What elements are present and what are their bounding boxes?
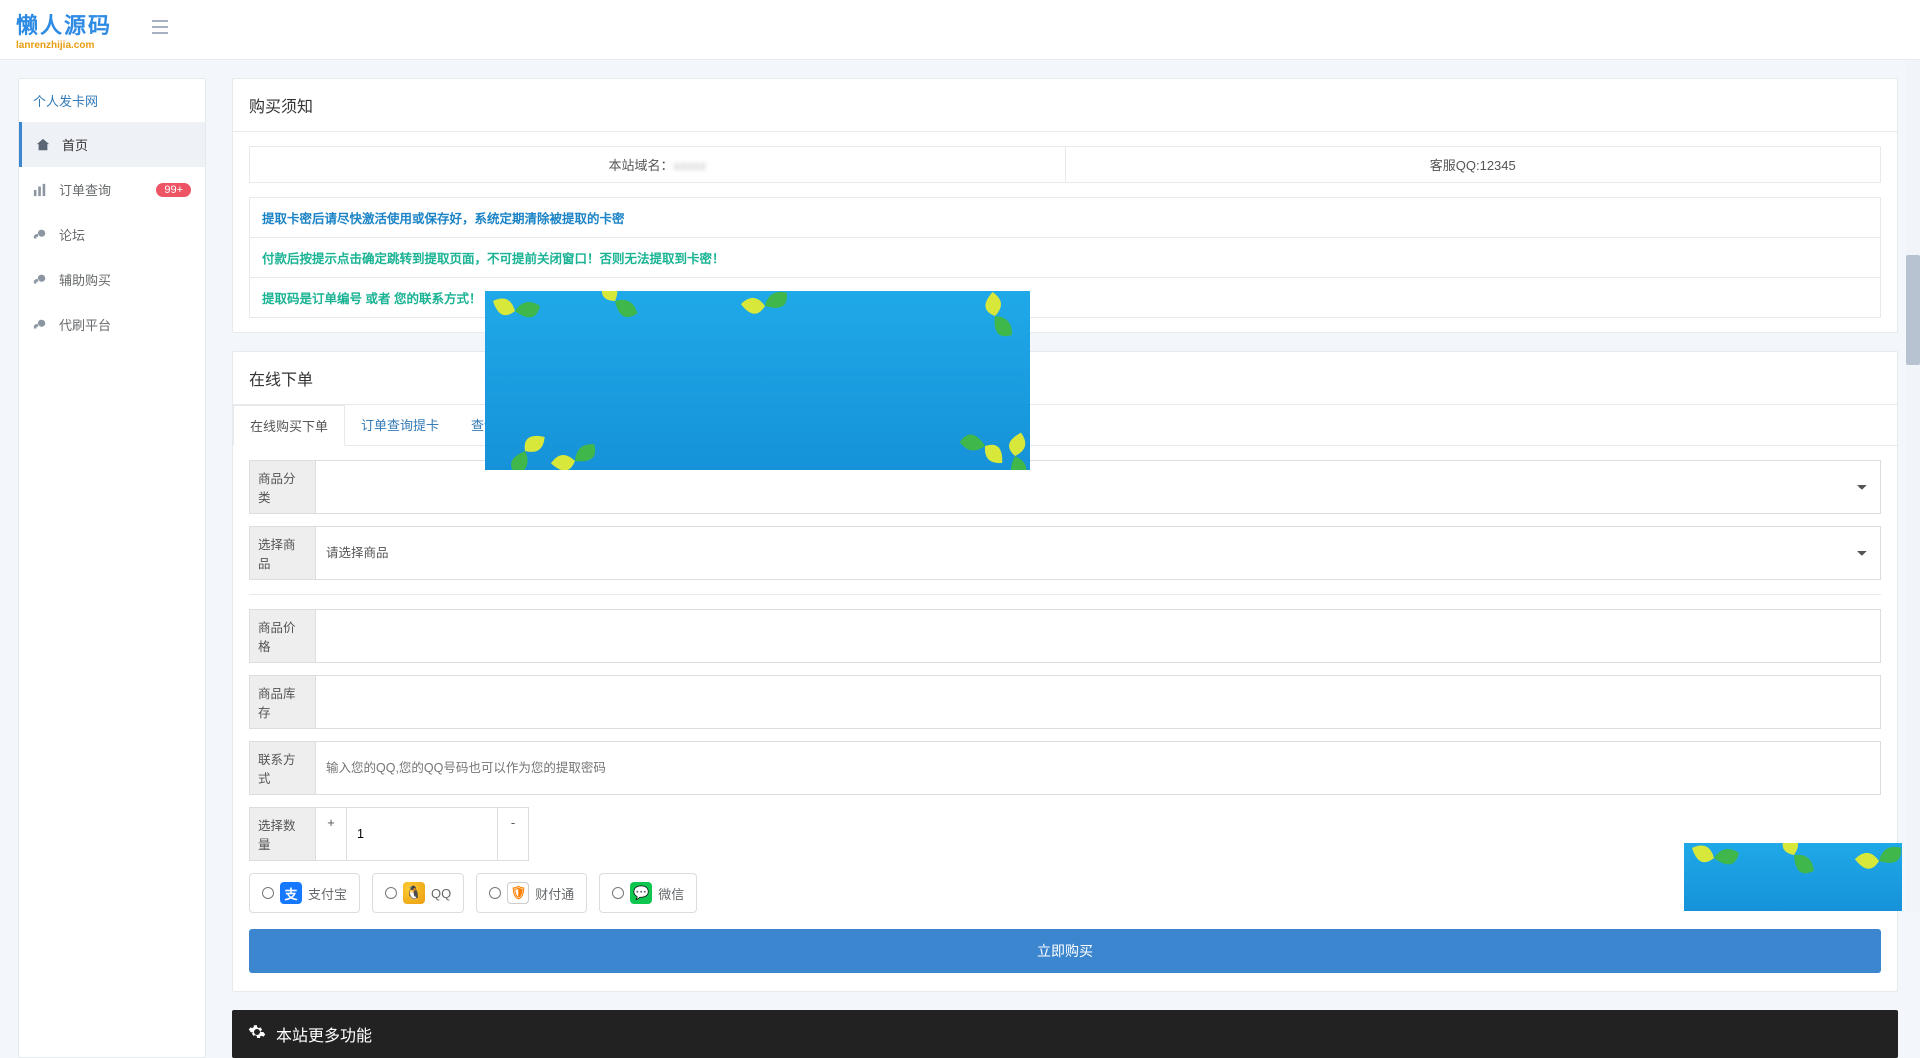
- radio-alipay[interactable]: [262, 887, 274, 899]
- qq-cell: 客服QQ:12345: [1065, 147, 1881, 182]
- notice-line: 提取卡密后请尽快激活使用或保存好，系统定期清除被提取的卡密: [250, 198, 1880, 238]
- sidebar-title: 个人发卡网: [19, 79, 205, 122]
- scrollbar-thumb[interactable]: [1906, 255, 1920, 365]
- hamburger-icon[interactable]: [142, 14, 178, 45]
- sidebar-item-brush[interactable]: 代刷平台: [19, 302, 205, 347]
- sidebar-item-assist[interactable]: 辅助购买: [19, 257, 205, 302]
- sidebar-item-orders[interactable]: 订单查询 99+: [19, 167, 205, 212]
- pay-alipay[interactable]: 支 支付宝: [249, 873, 360, 913]
- sidebar-item-home[interactable]: 首页: [19, 122, 205, 167]
- input-price: [315, 609, 1881, 663]
- pay-label: 支付宝: [308, 884, 347, 903]
- sidebar-item-forum[interactable]: 论坛: [19, 212, 205, 257]
- tenpay-icon: 🛡: [507, 882, 529, 904]
- home-icon: [36, 138, 54, 152]
- floating-banner-big: [485, 291, 1030, 470]
- form-product: 选择商品 请选择商品: [249, 526, 1881, 580]
- key-icon: [33, 273, 51, 287]
- chart-icon: [33, 183, 51, 197]
- logo[interactable]: 懒人源码 lanrenzhijia.com: [16, 8, 112, 51]
- scrollbar[interactable]: [1906, 60, 1920, 911]
- page-header: 懒人源码 lanrenzhijia.com: [0, 0, 1920, 60]
- pay-label: QQ: [431, 886, 451, 901]
- tabs: 在线购买下单 订单查询提卡 查询历史订: [233, 405, 1897, 446]
- domain-value: xxxxx: [674, 158, 707, 173]
- floating-banner-small: [1684, 843, 1902, 911]
- radio-wechat[interactable]: [612, 887, 624, 899]
- domain-cell: 本站域名：xxxxx: [250, 147, 1065, 182]
- order-panel: 在线下单 在线购买下单 订单查询提卡 查询历史订 商品分类 选择商品 请选择商品: [232, 351, 1898, 992]
- tab-buy[interactable]: 在线购买下单: [233, 405, 345, 446]
- tab-query[interactable]: 订单查询提卡: [345, 405, 455, 445]
- pay-wechat[interactable]: 💬 微信: [599, 873, 697, 913]
- label-price: 商品价格: [249, 609, 315, 663]
- wechat-icon: 💬: [630, 882, 652, 904]
- logo-text: 懒人源码: [16, 8, 112, 40]
- alipay-icon: 支: [280, 882, 302, 904]
- sidebar-item-label: 辅助购买: [59, 270, 111, 289]
- pay-label: 微信: [658, 884, 684, 903]
- qty-minus-button[interactable]: -: [497, 807, 529, 861]
- label-stock: 商品库存: [249, 675, 315, 729]
- badge-count: 99+: [156, 183, 191, 197]
- domain-label: 本站域名：: [608, 158, 673, 173]
- input-stock: [315, 675, 1881, 729]
- pay-qq[interactable]: 🐧 QQ: [372, 873, 464, 913]
- form-divider: [249, 594, 1881, 595]
- notice-panel-title: 购买须知: [233, 79, 1897, 132]
- radio-qq[interactable]: [385, 887, 397, 899]
- select-product[interactable]: 请选择商品: [315, 526, 1881, 580]
- input-contact[interactable]: [315, 741, 1881, 795]
- pay-label: 财付通: [535, 884, 574, 903]
- notice-panel: 购买须知 本站域名：xxxxx 客服QQ:12345 提取卡密后请尽快激活使用或…: [232, 78, 1898, 333]
- sidebar-item-label: 订单查询: [59, 180, 111, 199]
- form-stock: 商品库存: [249, 675, 1881, 729]
- sidebar-item-label: 首页: [62, 135, 88, 154]
- main-content: 购买须知 本站域名：xxxxx 客服QQ:12345 提取卡密后请尽快激活使用或…: [206, 78, 1920, 1058]
- label-contact: 联系方式: [249, 741, 315, 795]
- buy-button[interactable]: 立即购买: [249, 929, 1881, 973]
- sidebar-item-label: 代刷平台: [59, 315, 111, 334]
- info-row: 本站域名：xxxxx 客服QQ:12345: [249, 146, 1881, 183]
- form-price: 商品价格: [249, 609, 1881, 663]
- qty-plus-button[interactable]: +: [315, 807, 347, 861]
- gear-icon: [248, 1023, 266, 1046]
- qq-icon: 🐧: [403, 882, 425, 904]
- sidebar: 个人发卡网 首页 订单查询 99+ 论坛 辅助购买 代刷平台: [18, 78, 206, 1058]
- label-category: 商品分类: [249, 460, 315, 514]
- notice-line: 付款后按提示点击确定跳转到提取页面，不可提前关闭窗口！否则无法提取到卡密！: [250, 238, 1880, 278]
- pay-row: 支 支付宝 🐧 QQ 🛡 财付通 💬: [249, 873, 1881, 913]
- form-contact: 联系方式: [249, 741, 1881, 795]
- key-icon: [33, 318, 51, 332]
- form-qty: 选择数量 + -: [249, 807, 1881, 861]
- radio-tenpay[interactable]: [489, 887, 501, 899]
- logo-subtitle: lanrenzhijia.com: [16, 40, 112, 51]
- footer-title: 本站更多功能: [276, 1022, 372, 1046]
- order-panel-title: 在线下单: [233, 352, 1897, 405]
- label-product: 选择商品: [249, 526, 315, 580]
- pay-tenpay[interactable]: 🛡 财付通: [476, 873, 587, 913]
- label-qty: 选择数量: [249, 807, 315, 861]
- footer-panel: 本站更多功能: [232, 1010, 1898, 1058]
- sidebar-item-label: 论坛: [59, 225, 85, 244]
- input-qty[interactable]: [347, 807, 497, 861]
- key-icon: [33, 228, 51, 242]
